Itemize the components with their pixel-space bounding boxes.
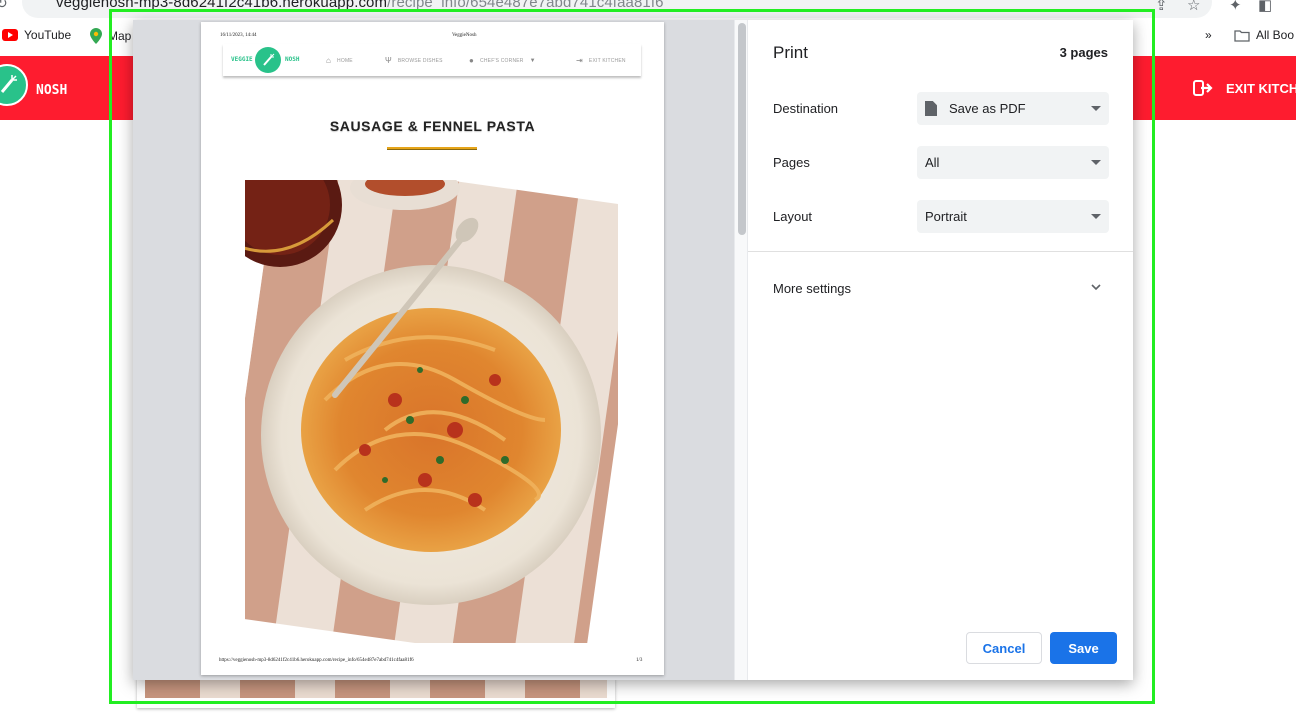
- layout-value: Portrait: [925, 209, 967, 224]
- carrot-icon: [0, 75, 17, 93]
- preview-logo-left: VEGGIE: [231, 56, 253, 63]
- print-dialog: 16/11/2023, 14:44 VeggieNosh VEGGIE NOSH…: [133, 20, 1133, 680]
- layout-select[interactable]: Portrait: [917, 200, 1109, 233]
- title-underline: [387, 147, 477, 150]
- share-icon[interactable]: ⇪: [1155, 0, 1168, 14]
- cancel-button[interactable]: Cancel: [966, 632, 1042, 664]
- chevron-down-icon: [1091, 284, 1101, 291]
- preview-page-2: [137, 678, 615, 708]
- destination-value: Save as PDF: [949, 101, 1026, 116]
- destination-select[interactable]: Save as PDF: [917, 92, 1109, 125]
- preview-nav-exit: ⇥ EXIT KITCHEN: [576, 56, 626, 65]
- exit-icon: ⇥: [576, 56, 583, 65]
- recipe-photo: [245, 180, 618, 643]
- preview-nav-browse: Ψ BROWSE DISHES: [385, 56, 443, 65]
- preview-scrollbar[interactable]: [734, 20, 748, 680]
- bookmark-maps[interactable]: Map: [90, 28, 131, 44]
- browser-toolbar: ↻ vegglenosh-mp3-8d6241f2c41b6.herokuapp…: [0, 0, 1296, 22]
- bookmark-youtube[interactable]: YouTube: [2, 28, 71, 42]
- caret-down-icon: [1091, 106, 1101, 111]
- scrollbar-thumb[interactable]: [738, 23, 746, 235]
- recipe-photo-continued: [145, 678, 607, 698]
- preview-page-1: 16/11/2023, 14:44 VeggieNosh VEGGIE NOSH…: [201, 22, 664, 675]
- site-logo-text: NOSH: [36, 83, 68, 98]
- document-icon: [925, 101, 937, 116]
- maps-pin-icon: [90, 28, 102, 44]
- preview-footer-page: 1/3: [636, 658, 643, 663]
- star-icon[interactable]: ☆: [1187, 0, 1200, 14]
- caret-down-icon: [1091, 160, 1101, 165]
- bookmark-label: YouTube: [24, 28, 72, 42]
- carrot-icon: [263, 53, 275, 66]
- reload-icon[interactable]: ↻: [0, 0, 8, 12]
- preview-logo-right: NOSH: [285, 56, 300, 63]
- more-settings-label: More settings: [773, 281, 852, 296]
- pages-label: Pages: [773, 155, 810, 170]
- address-bar-url[interactable]: vegglenosh-mp3-8d6241f2c41b6.herokuapp.c…: [56, 0, 664, 11]
- preview-logo-circle: [255, 47, 281, 73]
- url-host: vegglenosh-mp3-8d6241f2c41b6.herokuapp.c…: [56, 0, 388, 11]
- preview-nav-chefs: ● CHEF'S CORNER ▼: [469, 56, 536, 65]
- preview-nav-home: ⌂ HOME: [326, 56, 353, 65]
- url-path: /recipe_info/654e487e7abd741c4faa81f6: [387, 0, 664, 11]
- print-preview-pane: 16/11/2023, 14:44 VeggieNosh VEGGIE NOSH…: [133, 20, 734, 680]
- print-title: Print: [773, 43, 808, 62]
- preview-footer-url: https://veggienosh-mp3-8d6241f2c41b6.her…: [219, 658, 414, 663]
- caret-down-icon: [1091, 214, 1101, 219]
- house-icon: ⌂: [326, 56, 332, 65]
- site-exit-kitchen-link[interactable]: EXIT KITCHE: [1193, 80, 1296, 96]
- preview-header-date: 16/11/2023, 14:44: [220, 33, 257, 38]
- utensils-icon: Ψ: [385, 56, 392, 65]
- exit-icon: [1193, 80, 1213, 96]
- print-settings-pane: Print 3 pages Destination Save as PDF Pa…: [748, 20, 1133, 680]
- page-count: 3 pages: [1059, 45, 1108, 60]
- save-button[interactable]: Save: [1050, 632, 1117, 664]
- settings-divider: [748, 251, 1133, 252]
- folder-icon: [1234, 29, 1250, 42]
- bookmark-label: Map: [108, 29, 132, 43]
- preview-header-site: VeggieNosh: [452, 33, 477, 38]
- layout-label: Layout: [773, 209, 813, 224]
- destination-label: Destination: [773, 101, 839, 116]
- more-settings-toggle[interactable]: More settings: [748, 270, 1133, 306]
- caret-down-icon: ▼: [529, 57, 536, 64]
- youtube-icon: [2, 29, 18, 41]
- site-logo[interactable]: [0, 64, 28, 106]
- extensions-icon[interactable]: ✦: [1229, 0, 1242, 14]
- sidepanel-icon[interactable]: ◧: [1258, 0, 1272, 14]
- user-circle-icon: ●: [469, 56, 475, 65]
- bookmarks-overflow[interactable]: »: [1205, 28, 1212, 42]
- site-exit-label: EXIT KITCHE: [1226, 80, 1296, 96]
- pages-select[interactable]: All: [917, 146, 1109, 179]
- recipe-title: SAUSAGE & FENNEL PASTA: [329, 118, 536, 134]
- bookmarks-folder[interactable]: All Boo: [1234, 28, 1294, 42]
- preview-navbar: VEGGIE NOSH ⌂ HOME Ψ BROWSE DISHES ● CHEF'S…: [223, 44, 641, 76]
- pages-value: All: [925, 155, 940, 170]
